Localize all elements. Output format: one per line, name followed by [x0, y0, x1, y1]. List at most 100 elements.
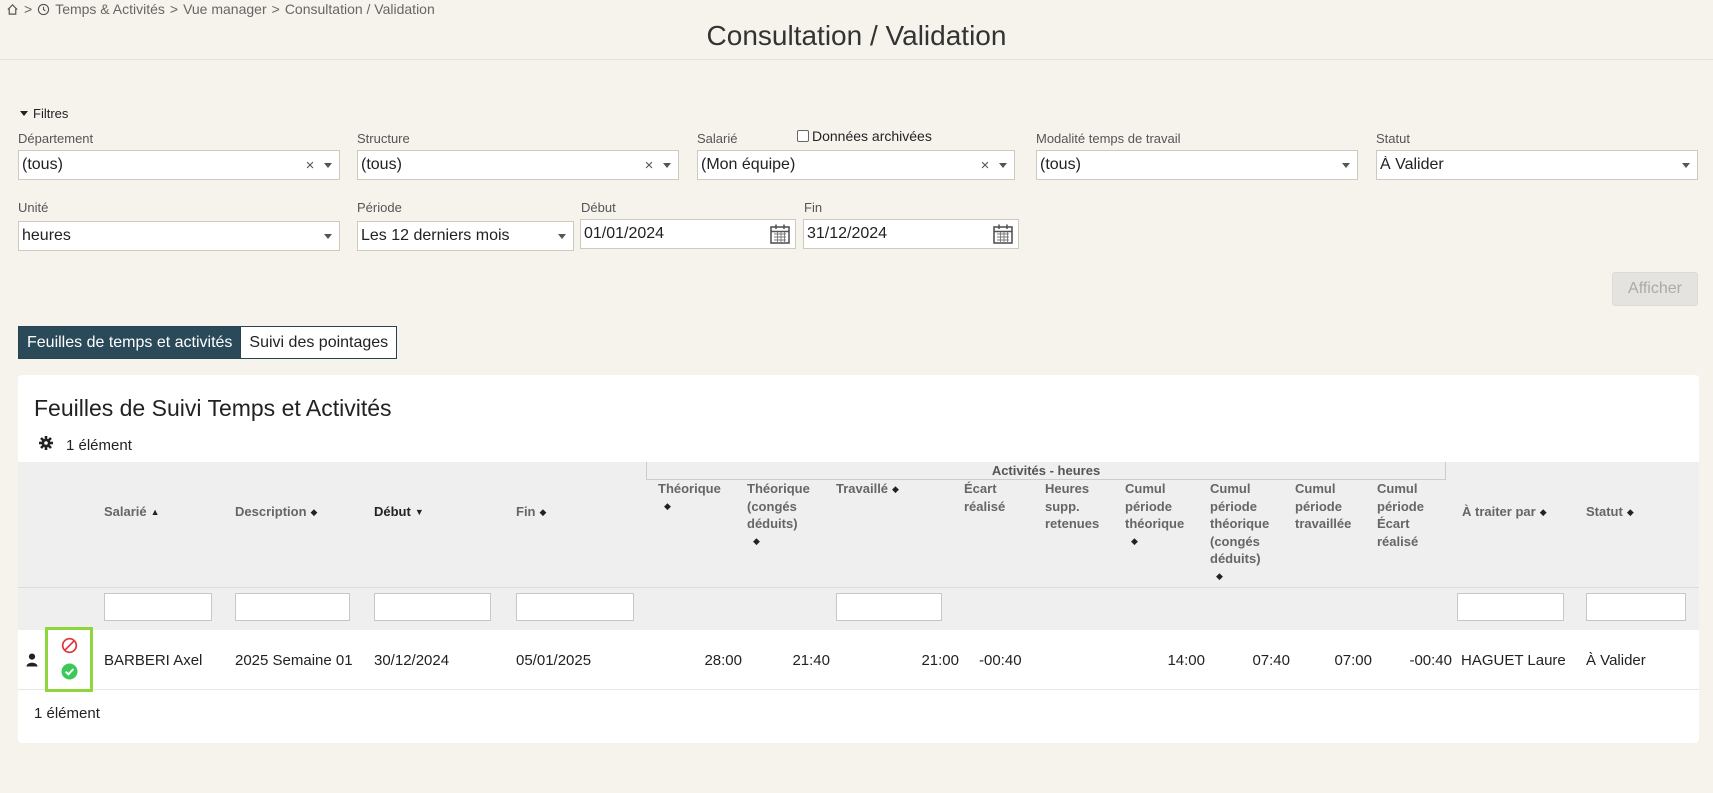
cell-ecart: -00:40 — [979, 652, 1022, 669]
sort-icon[interactable]: ◆ — [311, 504, 318, 522]
cell-statut: À Valider — [1586, 652, 1646, 669]
sort-icon[interactable]: ◆ — [1216, 568, 1269, 586]
chevron-down-icon[interactable] — [324, 162, 332, 168]
chevron-down-icon[interactable] — [1342, 162, 1350, 168]
column-header-label: déduits) — [1210, 551, 1261, 566]
sort-desc-icon[interactable]: ▼ — [415, 504, 424, 522]
archived-checkbox[interactable] — [797, 130, 809, 142]
column-header-statut[interactable]: Statut ◆ — [1586, 503, 1634, 522]
calendar-icon[interactable] — [769, 223, 791, 245]
chevron-down-icon[interactable] — [1682, 162, 1690, 168]
filter-input-salarie[interactable] — [104, 593, 212, 621]
filter-input-statut[interactable] — [1586, 593, 1686, 621]
filter-input-travaille[interactable] — [836, 593, 942, 621]
modalite-value: (tous) — [1040, 156, 1081, 173]
sort-icon[interactable]: ▲ — [151, 504, 160, 522]
column-header-label: (congés — [1210, 533, 1260, 549]
cell-cumul-theorique-conges: 07:40 — [1252, 652, 1290, 669]
page-title: Consultation / Validation — [706, 20, 1007, 51]
table-title: Feuilles de Suivi Temps et Activités — [34, 395, 392, 421]
salarie-value: (Mon équipe) — [701, 156, 796, 173]
structure-select[interactable]: (tous) × — [357, 150, 679, 180]
element-count-label: 1 élément — [66, 436, 132, 454]
sort-icon[interactable]: ◆ — [892, 481, 899, 499]
fin-value: 31/12/2024 — [807, 225, 888, 242]
chevron-down-icon[interactable] — [558, 233, 566, 239]
table-row[interactable]: BARBERI Axel 2025 Semaine 01 30/12/2024 … — [18, 627, 1699, 692]
chevron-down-icon[interactable] — [663, 162, 671, 168]
gear-icon[interactable] — [38, 435, 54, 455]
element-count-footer: 1 élément — [34, 705, 100, 722]
sort-icon[interactable]: ◆ — [540, 504, 547, 522]
tab-suivi-pointages[interactable]: Suivi des pointages — [241, 326, 398, 359]
column-header-ecart[interactable]: Écart réalisé — [964, 480, 1005, 515]
tab-feuilles-de-temps[interactable]: Feuilles de temps et activités — [18, 326, 242, 359]
filter-input-fin[interactable] — [516, 593, 634, 621]
afficher-button[interactable]: Afficher — [1612, 272, 1698, 306]
cell-theorique: 28:00 — [704, 652, 742, 669]
column-header-heures-supp: Heures supp. retenues — [1045, 480, 1099, 533]
fin-date-input[interactable]: 31/12/2024 — [803, 219, 1019, 249]
archived-data-option[interactable]: Données archivées — [797, 128, 932, 144]
chevron-down-icon[interactable] — [324, 233, 332, 239]
unite-select[interactable]: heures — [18, 221, 340, 251]
column-header-label: théorique — [1210, 516, 1270, 531]
column-header-label: Théorique — [658, 481, 721, 496]
departement-value: (tous) — [22, 156, 63, 173]
periode-value: Les 12 derniers mois — [361, 227, 510, 244]
clear-icon[interactable]: × — [641, 157, 657, 174]
column-header-cumul-theorique[interactable]: Cumul période théorique ◆ — [1125, 480, 1184, 550]
cell-salarie[interactable]: BARBERI Axel — [104, 652, 202, 669]
column-header-fin[interactable]: Fin ◆ — [516, 503, 546, 522]
validate-icon[interactable] — [61, 663, 78, 683]
debut-date-input[interactable]: 01/01/2024 — [580, 219, 796, 249]
sort-icon[interactable]: ◆ — [664, 498, 721, 516]
home-icon[interactable] — [6, 3, 19, 16]
column-header-theorique-conges[interactable]: Théorique (congés déduits) ◆ — [747, 480, 810, 550]
column-header-label: Théorique — [747, 481, 810, 496]
filters-toggle[interactable]: Filtres — [20, 106, 68, 121]
statut-label: Statut — [1376, 131, 1410, 146]
calendar-icon[interactable] — [992, 223, 1014, 245]
salarie-select[interactable]: (Mon équipe) × — [697, 150, 1015, 180]
chevron-down-icon[interactable] — [999, 162, 1007, 168]
column-header-theorique[interactable]: Théorique ◆ — [658, 480, 721, 515]
clock-icon — [37, 3, 50, 16]
filter-input-description[interactable] — [235, 593, 350, 621]
column-header-salarie[interactable]: Salarié ▲ — [104, 503, 160, 522]
filter-input-a-traiter-par[interactable] — [1457, 593, 1564, 621]
column-header-travaille[interactable]: Travaillé ◆ — [836, 480, 899, 499]
timesheet-table-card: Feuilles de Suivi Temps et Activités 1 é… — [18, 375, 1699, 743]
filter-input-debut[interactable] — [374, 593, 491, 621]
column-header-label: période — [1125, 498, 1172, 514]
statut-select[interactable]: À Valider — [1376, 150, 1698, 180]
reject-icon[interactable] — [61, 637, 78, 657]
cell-cumul-travaillee: 07:00 — [1334, 652, 1372, 669]
group-header-activites: Activités - heures — [646, 462, 1446, 480]
clear-icon[interactable]: × — [302, 157, 318, 174]
clear-icon[interactable]: × — [977, 157, 993, 174]
breadcrumb-item-temps-activites[interactable]: Temps & Activités — [55, 1, 165, 17]
modalite-select[interactable]: (tous) — [1036, 150, 1358, 180]
column-header-cumul-theorique-conges[interactable]: Cumul période théorique (congés déduits)… — [1210, 480, 1269, 585]
departement-select[interactable]: (tous) × — [18, 150, 340, 180]
column-header-label: Cumul — [1377, 481, 1418, 496]
sort-icon[interactable]: ◆ — [1131, 533, 1184, 551]
sort-icon[interactable]: ◆ — [753, 533, 810, 551]
column-header-description[interactable]: Description ◆ — [235, 503, 317, 522]
archived-label: Données archivées — [812, 128, 932, 144]
column-header-a-traiter-par[interactable]: À traiter par ◆ — [1462, 503, 1547, 522]
column-header-label: Salarié — [104, 504, 147, 519]
cell-description: 2025 Semaine 01 — [235, 652, 353, 669]
breadcrumb-item-vue-manager[interactable]: Vue manager — [183, 1, 267, 17]
departement-label: Département — [18, 131, 94, 146]
filters-toggle-label: Filtres — [33, 106, 69, 121]
periode-select[interactable]: Les 12 derniers mois — [357, 221, 574, 251]
column-header-label: Description — [235, 504, 307, 519]
debut-label: Début — [581, 200, 616, 215]
column-header-label: Statut — [1586, 504, 1623, 519]
sort-icon[interactable]: ◆ — [1627, 504, 1634, 522]
column-header-label: réalisé — [964, 498, 1006, 514]
sort-icon[interactable]: ◆ — [1540, 504, 1547, 522]
column-header-debut[interactable]: Début ▼ — [374, 503, 424, 522]
